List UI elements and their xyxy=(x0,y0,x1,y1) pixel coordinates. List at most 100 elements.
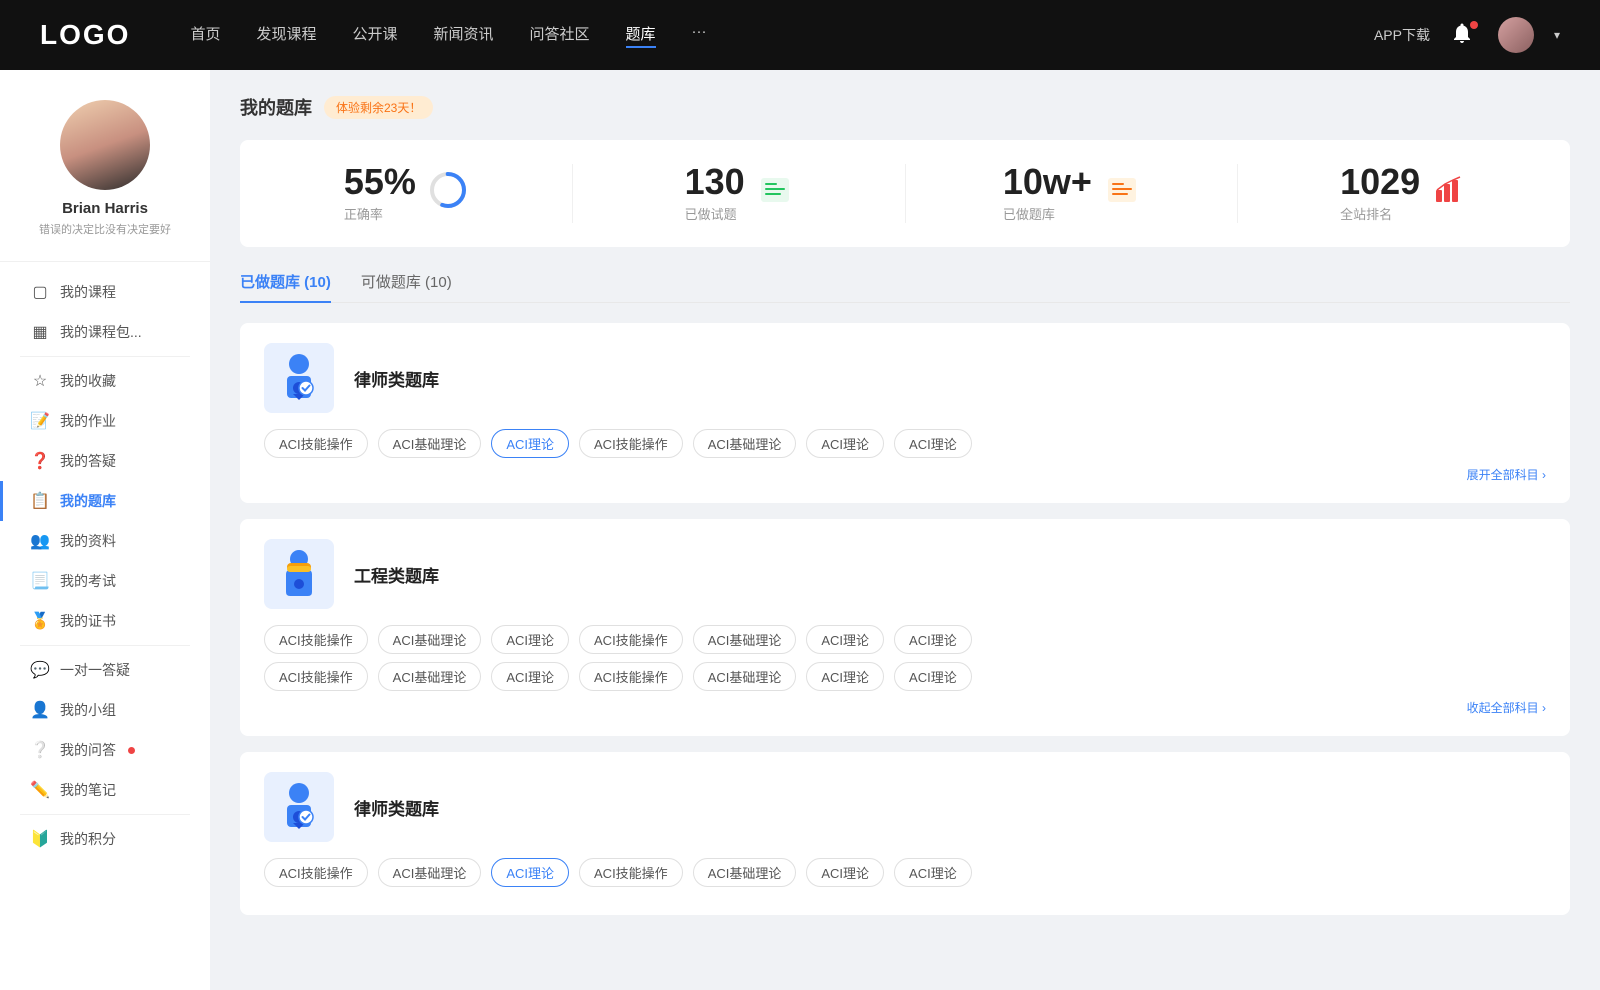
profile-motto: 错误的决定比没有决定要好 xyxy=(39,221,171,237)
tag-item[interactable]: ACI基础理论 xyxy=(378,662,482,691)
tag-item[interactable]: ACI理论 xyxy=(806,858,884,887)
tag-item[interactable]: ACI技能操作 xyxy=(579,625,683,654)
packages-icon: ▦ xyxy=(30,322,50,342)
tag-item[interactable]: ACI技能操作 xyxy=(579,662,683,691)
data-icon: 👥 xyxy=(30,531,50,551)
sidebar-item-my-cert[interactable]: 🏅 我的证书 xyxy=(0,601,210,641)
stat-accuracy-number: 55% xyxy=(344,164,416,200)
qbank-card-lawyer-1: 律师类题库 ACI技能操作 ACI基础理论 ACI理论 ACI技能操作 ACI基… xyxy=(240,323,1570,503)
stat-done-questions: 130 已做试题 xyxy=(573,164,906,223)
navbar: LOGO 首页 发现课程 公开课 新闻资讯 问答社区 题库 ··· APP下载 … xyxy=(0,0,1600,70)
nav-link-discover[interactable]: 发现课程 xyxy=(256,23,316,48)
qa-icon: ❓ xyxy=(30,451,50,471)
tag-item[interactable]: ACI理论 xyxy=(894,858,972,887)
notification-bell[interactable] xyxy=(1450,21,1478,49)
main-content: 我的题库 体验剩余23天！ 55% 正确率 130 xyxy=(210,70,1600,990)
tag-item[interactable]: ACI基础理论 xyxy=(693,662,797,691)
tag-item[interactable]: ACI技能操作 xyxy=(264,662,368,691)
tab-available-banks[interactable]: 可做题库 (10) xyxy=(361,271,452,302)
stat-accuracy-icon xyxy=(428,170,468,217)
profile-name: Brian Harris xyxy=(62,200,148,217)
qbank-title-1: 律师类题库 xyxy=(354,366,439,391)
page-wrapper: Brian Harris 错误的决定比没有决定要好 ▢ 我的课程 ▦ 我的课程包… xyxy=(0,0,1600,990)
qbank-icon-engineer xyxy=(264,539,334,609)
tag-item[interactable]: ACI基础理论 xyxy=(378,429,482,458)
qbank-title-2: 工程类题库 xyxy=(354,562,439,587)
stat-done-number: 130 xyxy=(685,164,745,200)
sidebar-item-my-qbank[interactable]: 📋 我的题库 xyxy=(0,481,210,521)
nav-link-news[interactable]: 新闻资讯 xyxy=(434,23,494,48)
collapse-button-2[interactable]: 收起全部科目 › xyxy=(264,699,1546,716)
tag-item[interactable]: ACI技能操作 xyxy=(264,429,368,458)
nav-link-qa[interactable]: 问答社区 xyxy=(530,23,590,48)
sidebar-item-points[interactable]: 🔰 我的积分 xyxy=(0,819,210,859)
tabs-row: 已做题库 (10) 可做题库 (10) xyxy=(240,271,1570,303)
user-menu-chevron[interactable]: ▾ xyxy=(1554,28,1560,42)
tag-item[interactable]: ACI理论 xyxy=(806,429,884,458)
tag-item[interactable]: ACI理论 xyxy=(806,662,884,691)
points-icon: 🔰 xyxy=(30,829,50,849)
sidebar-item-favorites[interactable]: ☆ 我的收藏 xyxy=(0,361,210,401)
star-icon: ☆ xyxy=(30,371,50,391)
tag-item[interactable]: ACI基础理论 xyxy=(378,858,482,887)
nav-right: APP下载 ▾ xyxy=(1374,17,1560,53)
sidebar-item-tutor[interactable]: 💬 一对一答疑 xyxy=(0,650,210,690)
tag-item[interactable]: ACI技能操作 xyxy=(264,858,368,887)
sidebar-item-homework[interactable]: 📝 我的作业 xyxy=(0,401,210,441)
sidebar-item-my-data[interactable]: 👥 我的资料 xyxy=(0,521,210,561)
trial-badge: 体验剩余23天！ xyxy=(324,96,433,119)
sidebar-item-course-packages[interactable]: ▦ 我的课程包... xyxy=(0,312,210,352)
tag-item[interactable]: ACI理论 xyxy=(491,662,569,691)
qbank-header-3: 律师类题库 xyxy=(264,772,1546,842)
nav-link-home[interactable]: 首页 xyxy=(190,23,220,48)
sidebar-item-group[interactable]: 👤 我的小组 xyxy=(0,690,210,730)
expand-button-1[interactable]: 展开全部科目 › xyxy=(264,466,1546,483)
tag-item-active[interactable]: ACI理论 xyxy=(491,429,569,458)
sidebar-item-my-questions[interactable]: ❔ 我的问答 xyxy=(0,730,210,770)
app-download-button[interactable]: APP下载 xyxy=(1374,25,1430,45)
nav-link-question-bank[interactable]: 题库 xyxy=(626,23,656,48)
sidebar: Brian Harris 错误的决定比没有决定要好 ▢ 我的课程 ▦ 我的课程包… xyxy=(0,70,210,990)
user-avatar[interactable] xyxy=(1498,17,1534,53)
tag-item[interactable]: ACI基础理论 xyxy=(693,625,797,654)
section-title-row: 我的题库 体验剩余23天！ xyxy=(240,94,1570,120)
qbank-tags-3: ACI技能操作 ACI基础理论 ACI理论 ACI技能操作 ACI基础理论 AC… xyxy=(264,858,1546,887)
avatar-image xyxy=(60,100,150,190)
exam-icon: 📃 xyxy=(30,571,50,591)
tag-item[interactable]: ACI理论 xyxy=(894,625,972,654)
avatar xyxy=(60,100,150,190)
tag-item-active[interactable]: ACI理论 xyxy=(491,858,569,887)
stat-banks-number: 10w+ xyxy=(1003,164,1092,200)
sep-1 xyxy=(20,356,190,357)
unread-dot xyxy=(128,747,135,754)
qbank-tags-1: ACI技能操作 ACI基础理论 ACI理论 ACI技能操作 ACI基础理论 AC… xyxy=(264,429,1546,458)
tab-done-banks[interactable]: 已做题库 (10) xyxy=(240,271,331,302)
nav-link-more[interactable]: ··· xyxy=(692,23,707,48)
lawyer-svg-icon-2 xyxy=(273,779,325,835)
qbank-tags-2-row1: ACI技能操作 ACI基础理论 ACI理论 ACI技能操作 ACI基础理论 AC… xyxy=(264,625,1546,654)
stat-ranking-number: 1029 xyxy=(1340,164,1420,200)
tag-item[interactable]: ACI技能操作 xyxy=(579,429,683,458)
group-icon: 👤 xyxy=(30,700,50,720)
sidebar-item-my-exam[interactable]: 📃 我的考试 xyxy=(0,561,210,601)
sidebar-item-my-courses[interactable]: ▢ 我的课程 xyxy=(0,272,210,312)
stat-done-icon xyxy=(757,172,793,215)
tag-item[interactable]: ACI技能操作 xyxy=(264,625,368,654)
courses-icon: ▢ xyxy=(30,282,50,302)
tag-item[interactable]: ACI基础理论 xyxy=(693,429,797,458)
tag-item[interactable]: ACI理论 xyxy=(894,429,972,458)
tag-item[interactable]: ACI理论 xyxy=(894,662,972,691)
stat-accuracy: 55% 正确率 xyxy=(240,164,573,223)
sep-2 xyxy=(20,645,190,646)
stats-row: 55% 正确率 130 已做试题 xyxy=(240,140,1570,247)
stat-banks-label: 已做题库 xyxy=(1003,204,1092,223)
tag-item[interactable]: ACI基础理论 xyxy=(693,858,797,887)
tag-item[interactable]: ACI基础理论 xyxy=(378,625,482,654)
qbank-icon-lawyer-2 xyxy=(264,772,334,842)
tag-item[interactable]: ACI理论 xyxy=(806,625,884,654)
sidebar-item-my-qa[interactable]: ❓ 我的答疑 xyxy=(0,441,210,481)
nav-link-open[interactable]: 公开课 xyxy=(352,23,397,48)
sidebar-item-notes[interactable]: ✏️ 我的笔记 xyxy=(0,770,210,810)
tag-item[interactable]: ACI理论 xyxy=(491,625,569,654)
tag-item[interactable]: ACI技能操作 xyxy=(579,858,683,887)
